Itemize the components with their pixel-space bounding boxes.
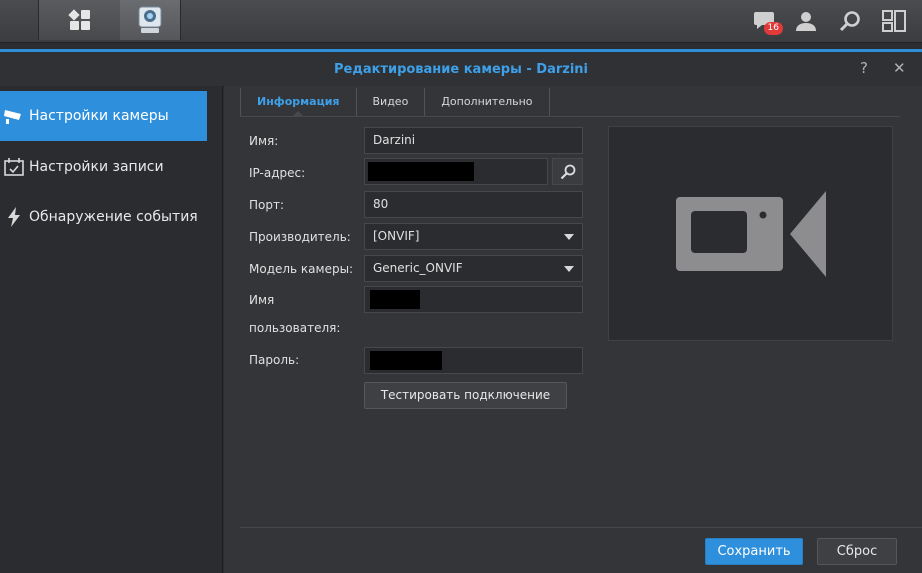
password-field[interactable]: [364, 347, 583, 374]
username-label-line2: пользователя:: [249, 321, 341, 335]
help-button[interactable]: ?: [860, 59, 868, 77]
port-field[interactable]: 80: [364, 191, 583, 218]
sidebar: Настройки камеры Настройки записи Обнару…: [0, 86, 223, 573]
sidebar-item-label: Настройки камеры: [29, 108, 169, 124]
notification-badge: 16: [763, 22, 783, 35]
widgets-button[interactable]: [874, 0, 914, 42]
camera-settings-icon: [0, 108, 28, 124]
main-menu-button[interactable]: [38, 0, 122, 40]
model-label: Модель камеры:: [249, 262, 354, 276]
tab-bar: Информация Видео Дополнительно: [240, 88, 900, 117]
password-label: Пароль:: [249, 353, 300, 367]
sidebar-item-label: Настройки записи: [29, 159, 164, 175]
search-button[interactable]: [830, 0, 870, 42]
notifications-button[interactable]: 16: [745, 0, 785, 42]
tab-video[interactable]: Видео: [357, 88, 426, 116]
vendor-value: [ONVIF]: [373, 229, 420, 243]
reset-button[interactable]: Сброс: [817, 538, 897, 565]
user-button[interactable]: [786, 0, 826, 42]
chevron-down-icon: [564, 234, 574, 240]
vendor-select[interactable]: [ONVIF]: [364, 223, 583, 250]
sidebar-item-recording-settings[interactable]: Настройки записи: [0, 142, 207, 192]
chevron-down-icon: [564, 266, 574, 272]
search-icon: [839, 11, 860, 32]
redacted-password: [370, 351, 442, 370]
name-label: Имя:: [249, 134, 279, 148]
ip-label: IP-адрес:: [249, 166, 306, 180]
port-label: Порт:: [249, 198, 285, 212]
surveillance-app-icon: [138, 6, 162, 33]
calendar-icon: [0, 158, 28, 176]
redacted-ip: [368, 162, 474, 181]
video-camera-icon: [676, 191, 826, 277]
username-field[interactable]: [364, 286, 583, 313]
tab-advanced[interactable]: Дополнительно: [425, 88, 550, 116]
lightning-icon: [0, 207, 28, 227]
surveillance-app-button[interactable]: [120, 0, 181, 40]
ip-search-button[interactable]: [552, 158, 583, 185]
widgets-icon: [882, 10, 906, 32]
taskbar: 16: [0, 0, 922, 43]
test-connection-button[interactable]: Тестировать подключение: [364, 382, 567, 409]
footer-divider: [240, 527, 922, 528]
camera-preview: [608, 126, 893, 341]
main-menu-icon: [68, 9, 90, 30]
model-value: Generic_ONVIF: [373, 261, 463, 275]
user-icon: [796, 12, 816, 31]
name-field[interactable]: Darzini: [364, 127, 583, 154]
sidebar-item-camera-settings[interactable]: Настройки камеры: [0, 91, 207, 141]
ip-field[interactable]: [364, 158, 548, 185]
sidebar-item-event-detection[interactable]: Обнаружение события: [0, 192, 207, 242]
close-button[interactable]: ✕: [893, 59, 906, 77]
save-button[interactable]: Сохранить: [705, 538, 803, 565]
sidebar-item-label: Обнаружение события: [29, 209, 198, 225]
main-panel: Информация Видео Дополнительно Имя: Darz…: [224, 86, 922, 573]
window-title: Редактирование камеры - Darzini: [333, 62, 588, 77]
model-select[interactable]: Generic_ONVIF: [364, 255, 583, 282]
search-icon: [560, 164, 575, 179]
username-label-line1: Имя: [249, 293, 275, 307]
tab-info[interactable]: Информация: [240, 88, 357, 117]
redacted-username: [370, 290, 420, 309]
window-header: Редактирование камеры - Darzini ? ✕: [0, 52, 922, 87]
vendor-label: Производитель:: [249, 230, 351, 244]
